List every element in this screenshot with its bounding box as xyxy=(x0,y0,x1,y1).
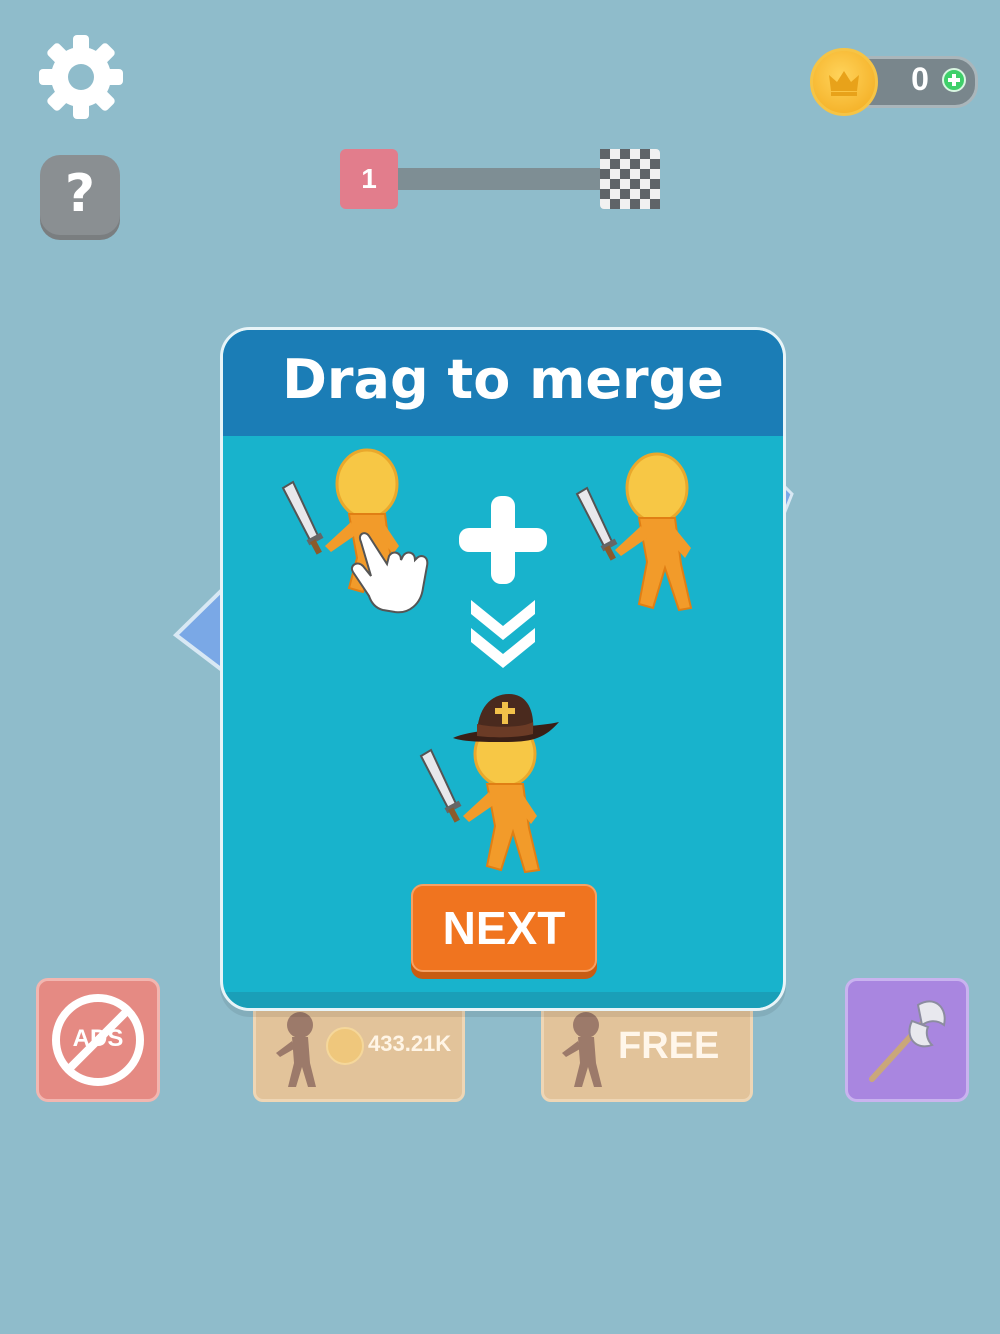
help-button[interactable]: ? xyxy=(40,155,120,235)
tutorial-dialog: Drag to merge NEXT xyxy=(220,327,786,1011)
hero-level-1-right xyxy=(575,452,693,612)
checkered-flag-icon xyxy=(600,149,660,209)
free-label: FREE xyxy=(618,1025,720,1067)
gear-icon xyxy=(39,35,123,119)
hero-price: 433.21K xyxy=(368,1031,452,1056)
hand-pointer-icon xyxy=(351,532,429,614)
buy-hero-button[interactable]: 433.21K xyxy=(253,1000,465,1102)
hero-level-2 xyxy=(419,694,559,874)
no-ads-button[interactable]: ADS xyxy=(36,978,160,1102)
plus-icon[interactable] xyxy=(942,68,966,92)
question-icon: ? xyxy=(64,164,96,224)
hero-silhouette-icon xyxy=(562,1012,602,1087)
dialog-title: Drag to merge xyxy=(282,348,724,411)
hero-silhouette-icon xyxy=(276,1012,316,1087)
weapon-button[interactable] xyxy=(845,978,969,1102)
dialog-bottom-edge xyxy=(223,992,783,1008)
level-progress-track xyxy=(398,168,602,190)
settings-button[interactable] xyxy=(36,32,126,122)
no-ads-label: ADS xyxy=(72,1025,124,1052)
free-hero-button[interactable]: FREE xyxy=(541,1000,753,1102)
coin-counter: 0 xyxy=(810,48,978,116)
level-indicator: 1 xyxy=(340,149,398,209)
chevron-down-icon xyxy=(471,600,535,668)
axe-icon xyxy=(869,1000,946,1082)
next-button[interactable]: NEXT xyxy=(411,884,597,972)
plus-icon xyxy=(459,496,547,584)
coin-count: 0 xyxy=(911,61,929,97)
coin-icon xyxy=(326,1027,364,1065)
coin-icon xyxy=(810,48,878,116)
